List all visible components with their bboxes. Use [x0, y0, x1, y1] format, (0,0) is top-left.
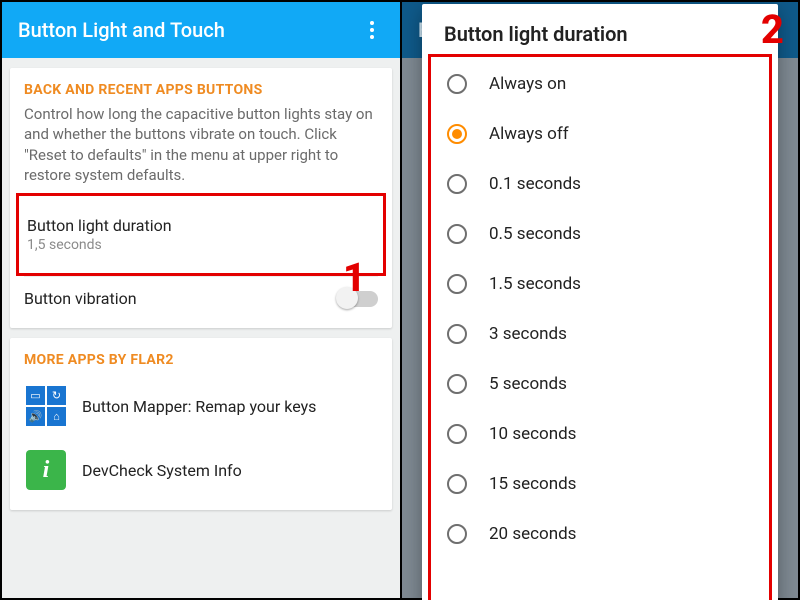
- radio-icon: [447, 224, 467, 244]
- radio-icon: [447, 424, 467, 444]
- option-label: 15 seconds: [489, 474, 576, 494]
- dialog-option[interactable]: 5 seconds: [431, 359, 769, 409]
- option-label: Always off: [489, 124, 569, 144]
- option-label: 0.1 seconds: [489, 174, 581, 194]
- radio-icon: [447, 474, 467, 494]
- section-header: BACK AND RECENT APPS BUTTONS: [24, 82, 378, 98]
- radio-icon: [447, 374, 467, 394]
- option-label: 10 seconds: [489, 424, 576, 444]
- radio-icon: [447, 274, 467, 294]
- dialog-option[interactable]: 10 seconds: [431, 409, 769, 459]
- app-bar-title: Button Light and Touch: [18, 18, 360, 42]
- pref-button-light-duration[interactable]: Button light duration 1,5 seconds: [27, 204, 375, 265]
- app-link-devcheck[interactable]: i DevCheck System Info: [24, 438, 378, 502]
- radio-icon: [447, 74, 467, 94]
- option-label: 1.5 seconds: [489, 274, 581, 294]
- app-link-button-mapper[interactable]: ▭↻🔊⌂ Button Mapper: Remap your keys: [24, 374, 378, 438]
- radio-icon: [447, 174, 467, 194]
- option-label: 5 seconds: [489, 374, 567, 394]
- overflow-menu-icon[interactable]: [360, 15, 384, 45]
- highlight-box-1: Button light duration 1,5 seconds: [16, 193, 386, 276]
- app-bar: Button Light and Touch: [2, 2, 400, 58]
- pref-button-vibration[interactable]: Button vibration: [24, 276, 378, 320]
- dialog-screen: B Button light duration Always onAlways …: [400, 2, 798, 598]
- section-header: MORE APPS BY FLAR2: [24, 352, 378, 368]
- button-mapper-icon: ▭↻🔊⌂: [24, 384, 68, 428]
- settings-screen: Button Light and Touch BACK AND RECENT A…: [2, 2, 400, 598]
- section-description: Control how long the capacitive button l…: [24, 104, 378, 185]
- annotation-number-1: 1: [343, 258, 366, 298]
- dialog-option[interactable]: 0.5 seconds: [431, 209, 769, 259]
- dialog-option[interactable]: 3 seconds: [431, 309, 769, 359]
- pref-title: Button light duration: [27, 216, 375, 235]
- dialog-option[interactable]: Always off: [431, 109, 769, 159]
- pref-summary: 1,5 seconds: [27, 237, 375, 253]
- devcheck-icon: i: [24, 448, 68, 492]
- radio-icon: [447, 324, 467, 344]
- radio-icon: [447, 524, 467, 544]
- dialog-option[interactable]: 1.5 seconds: [431, 259, 769, 309]
- dialog-option[interactable]: 15 seconds: [431, 459, 769, 509]
- dialog-option[interactable]: 20 seconds: [431, 509, 769, 559]
- option-label: 0.5 seconds: [489, 224, 581, 244]
- app-label: DevCheck System Info: [82, 461, 242, 480]
- annotation-number-2: 2: [761, 10, 784, 50]
- settings-card: BACK AND RECENT APPS BUTTONS Control how…: [10, 68, 392, 328]
- option-label: Always on: [489, 74, 566, 94]
- more-apps-card: MORE APPS BY FLAR2 ▭↻🔊⌂ Button Mapper: R…: [10, 338, 392, 510]
- dialog-option[interactable]: Always on: [431, 59, 769, 109]
- duration-dialog: Button light duration Always on Always of…: [422, 4, 778, 600]
- radio-icon: [447, 124, 467, 144]
- option-label: 20 seconds: [489, 524, 576, 544]
- pref-title: Button vibration: [24, 289, 338, 308]
- app-label: Button Mapper: Remap your keys: [82, 397, 316, 416]
- dialog-option[interactable]: 0.1 seconds: [431, 159, 769, 209]
- dialog-title: Button light duration: [432, 22, 768, 54]
- dialog-options-list: Always on Always off 0.1 seconds 0.5 second…: [428, 54, 772, 600]
- option-label: 3 seconds: [489, 324, 567, 344]
